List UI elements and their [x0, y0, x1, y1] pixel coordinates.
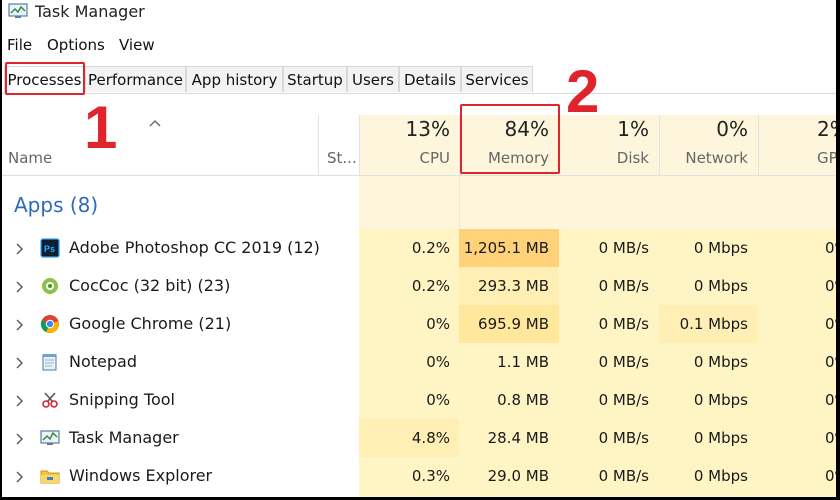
memory-value: 29.0 MB	[487, 467, 549, 485]
process-row[interactable]: Ps Adobe Photoshop CC 2019 (12) 0.2% 1,2…	[2, 229, 836, 267]
disk-value: 0 MB/s	[598, 429, 649, 447]
disk-value: 0 MB/s	[598, 391, 649, 409]
expand-chevron-icon[interactable]	[12, 393, 26, 407]
tab-details[interactable]: Details	[399, 66, 461, 92]
gpu-value: 0%	[825, 315, 836, 333]
group-apps-label[interactable]: Apps (8)	[14, 193, 98, 217]
tab-bar: Processes Performance App history Startu…	[2, 66, 836, 94]
column-header-disk[interactable]: Disk	[559, 149, 649, 167]
network-value: 0.1 Mbps	[679, 315, 748, 333]
disk-value: 0 MB/s	[598, 353, 649, 371]
network-value: 0 Mbps	[693, 277, 748, 295]
gpu-value: 0%	[825, 353, 836, 371]
cpu-value: 0%	[426, 353, 450, 371]
cpu-value: 0%	[426, 315, 450, 333]
process-name: Task Manager	[69, 428, 179, 447]
process-row[interactable]: Notepad 0% 1.1 MB 0 MB/s 0 Mbps 0%	[2, 343, 836, 381]
disk-value: 0 MB/s	[598, 239, 649, 257]
network-value: 0 Mbps	[693, 353, 748, 371]
cpu-value: 0.2%	[411, 277, 450, 295]
photoshop-icon: Ps	[40, 238, 60, 258]
process-row[interactable]: Google Chrome (21) 0% 695.9 MB 0 MB/s 0.…	[2, 305, 836, 343]
tab-users[interactable]: Users	[347, 66, 399, 92]
annotation-number-1: 1	[84, 94, 118, 161]
gpu-value: 0%	[825, 467, 836, 485]
annotation-number-2: 2	[566, 58, 600, 125]
process-row[interactable]: CocCoc (32 bit) (23) 0.2% 293.3 MB 0 MB/…	[2, 267, 836, 305]
process-name: Google Chrome (21)	[69, 314, 232, 333]
column-header-network[interactable]: Network	[659, 149, 748, 167]
expand-chevron-icon[interactable]	[12, 355, 26, 369]
memory-column-highlight	[460, 104, 560, 174]
snipping-tool-icon	[40, 390, 60, 410]
tab-services[interactable]: Services	[461, 66, 533, 92]
memory-value: 293.3 MB	[478, 277, 549, 295]
disk-value: 0 MB/s	[598, 277, 649, 295]
gpu-total-percent[interactable]: 2%	[817, 117, 836, 141]
expand-chevron-icon[interactable]	[12, 241, 26, 255]
memory-value: 695.9 MB	[478, 315, 549, 333]
tab-performance[interactable]: Performance	[85, 66, 186, 92]
process-name: Adobe Photoshop CC 2019 (12)	[69, 238, 320, 257]
cpu-value: 0.3%	[411, 467, 450, 485]
process-name: Snipping Tool	[69, 390, 175, 409]
coccoc-icon	[40, 276, 60, 296]
network-value: 0 Mbps	[693, 467, 748, 485]
tab-app-history[interactable]: App history	[186, 66, 283, 92]
cpu-value: 0%	[426, 391, 450, 409]
task-manager-app-icon	[8, 3, 28, 19]
window-title: Task Manager	[35, 2, 145, 21]
cpu-value: 0.2%	[411, 239, 450, 257]
cpu-total-percent[interactable]: 13%	[359, 117, 450, 141]
process-row[interactable]: Task Manager 4.8% 28.4 MB 0 MB/s 0 Mbps …	[2, 419, 836, 457]
expand-chevron-icon[interactable]	[12, 469, 26, 483]
network-value: 0 Mbps	[693, 429, 748, 447]
expand-chevron-icon[interactable]	[12, 431, 26, 445]
memory-value: 1.1 MB	[497, 353, 549, 371]
group-row-heat-bg	[359, 176, 836, 229]
disk-value: 0 MB/s	[598, 315, 649, 333]
process-name: CocCoc (32 bit) (23)	[69, 276, 231, 295]
process-row[interactable]: Windows Explorer 0.3% 29.0 MB 0 MB/s 0 M…	[2, 457, 836, 497]
gpu-value: 0%	[825, 391, 836, 409]
expand-chevron-icon[interactable]	[12, 279, 26, 293]
notepad-icon	[40, 352, 60, 372]
menu-file[interactable]: File	[7, 36, 32, 54]
column-header-status[interactable]: St...	[327, 149, 357, 167]
expand-chevron-icon[interactable]	[12, 317, 26, 331]
process-name: Windows Explorer	[69, 466, 213, 485]
memory-value: 1,205.1 MB	[463, 239, 549, 257]
column-header-gpu[interactable]: GPU	[817, 149, 836, 167]
network-value: 0 Mbps	[693, 391, 748, 409]
svg-text:Ps: Ps	[44, 244, 55, 254]
task-manager-icon	[40, 428, 60, 448]
windows-explorer-icon	[40, 466, 60, 486]
sort-up-icon[interactable]	[148, 113, 162, 132]
gpu-value: 0%	[825, 239, 836, 257]
gpu-value: 0%	[825, 429, 836, 447]
column-header-name[interactable]: Name	[8, 149, 52, 167]
memory-value: 0.8 MB	[497, 391, 549, 409]
memory-value: 28.4 MB	[487, 429, 549, 447]
menu-view[interactable]: View	[119, 36, 155, 54]
tab-startup[interactable]: Startup	[283, 66, 347, 92]
disk-value: 0 MB/s	[598, 467, 649, 485]
disk-total-percent[interactable]: 1%	[559, 117, 649, 141]
process-row[interactable]: Snipping Tool 0% 0.8 MB 0 MB/s 0 Mbps 0%	[2, 381, 836, 419]
chrome-icon	[40, 314, 60, 334]
column-header-cpu[interactable]: CPU	[359, 149, 451, 167]
cpu-value: 4.8%	[411, 429, 450, 447]
network-total-percent[interactable]: 0%	[659, 117, 748, 141]
menu-options[interactable]: Options	[47, 36, 105, 54]
process-name: Notepad	[69, 352, 137, 371]
task-manager-window: Task Manager File Options View Processes…	[2, 0, 836, 497]
gpu-value: 0%	[825, 277, 836, 295]
network-value: 0 Mbps	[693, 239, 748, 257]
processes-tab-highlight	[5, 62, 85, 95]
